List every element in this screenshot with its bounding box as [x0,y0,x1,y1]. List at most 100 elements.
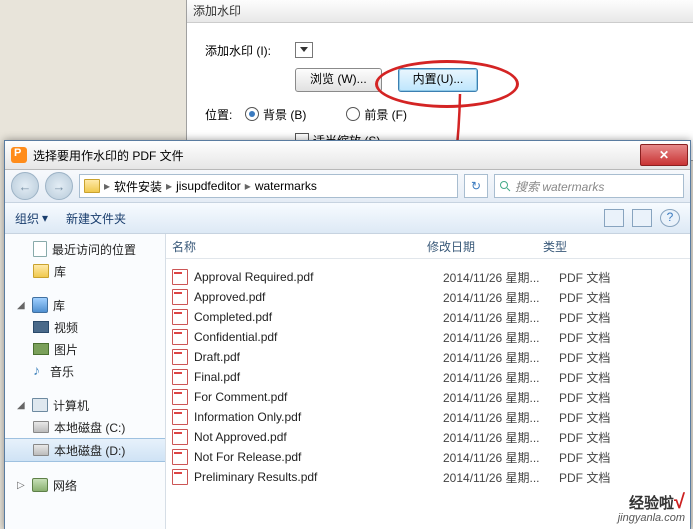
organize-menu[interactable]: 组织 ▾ [15,210,48,227]
site-watermark: 经验啦√ jingyanla.com [618,495,685,525]
pdf-icon [172,409,188,425]
tree-drive-c[interactable]: 本地磁盘 (C:) [5,416,165,438]
breadcrumb-item[interactable]: watermarks [255,179,317,193]
library-icon [32,297,48,313]
chevron-right-icon[interactable]: ▸ [102,179,112,193]
nav-forward-button[interactable]: → [45,172,73,200]
file-date: 2014/11/26 星期... [443,329,559,346]
tree-computer[interactable]: ◢计算机 [5,394,165,416]
file-row[interactable]: Confidential.pdf2014/11/26 星期...PDF 文档 [166,327,690,347]
col-type[interactable]: 类型 [543,238,623,255]
file-date: 2014/11/26 星期... [443,349,559,366]
file-date: 2014/11/26 星期... [443,269,559,286]
file-type: PDF 文档 [559,269,639,286]
file-type: PDF 文档 [559,409,639,426]
tree-video[interactable]: 视频 [5,316,165,338]
new-folder-button[interactable]: 新建文件夹 [66,210,126,227]
dialog-title: 添加水印 [187,0,693,23]
search-icon [499,180,511,192]
file-row[interactable]: Information Only.pdf2014/11/26 星期...PDF … [166,407,690,427]
col-date[interactable]: 修改日期 [427,238,543,255]
breadcrumb-item[interactable]: jisupdfeditor [176,179,241,193]
file-date: 2014/11/26 星期... [443,449,559,466]
help-button[interactable]: ? [660,209,680,227]
file-name: Approved.pdf [194,290,443,304]
file-name: Approval Required.pdf [194,270,443,284]
view-mode-button[interactable] [604,209,624,227]
file-date: 2014/11/26 星期... [443,309,559,326]
expand-icon[interactable]: ▷ [17,480,27,491]
nav-bar: ← → ▸ 软件安装 ▸ jisupdfeditor ▸ watermarks … [5,170,690,203]
file-name: Preliminary Results.pdf [194,470,443,484]
file-row[interactable]: Approved.pdf2014/11/26 星期...PDF 文档 [166,287,690,307]
col-name[interactable]: 名称 [172,238,427,255]
pdf-icon [172,349,188,365]
file-row[interactable]: Approval Required.pdf2014/11/26 星期...PDF… [166,267,690,287]
folder-icon [84,179,100,193]
watermark-dropdown[interactable] [295,42,313,58]
file-type: PDF 文档 [559,449,639,466]
file-row[interactable]: Not Approved.pdf2014/11/26 星期...PDF 文档 [166,427,690,447]
file-name: Final.pdf [194,370,443,384]
pdf-icon [172,309,188,325]
column-headers: 名称 修改日期 类型 [166,234,690,259]
tree-drive-d[interactable]: 本地磁盘 (D:) [5,438,165,462]
breadcrumb-item[interactable]: 软件安装 [114,178,162,195]
file-row[interactable]: Preliminary Results.pdf2014/11/26 星期...P… [166,467,690,487]
nav-back-button[interactable]: ← [11,172,39,200]
file-date: 2014/11/26 星期... [443,289,559,306]
file-date: 2014/11/26 星期... [443,469,559,486]
position-label: 位置: [205,106,245,123]
tree-music[interactable]: ♪音乐 [5,360,165,382]
background-radio-label: 背景 (B) [263,106,306,123]
pdf-icon [172,369,188,385]
file-row[interactable]: Not For Release.pdf2014/11/26 星期...PDF 文… [166,447,690,467]
file-row[interactable]: Draft.pdf2014/11/26 星期...PDF 文档 [166,347,690,367]
builtin-button[interactable]: 内置(U)... [398,68,479,92]
file-type: PDF 文档 [559,389,639,406]
file-open-dialog: 选择要用作水印的 PDF 文件 ✕ ← → ▸ 软件安装 ▸ jisupdfed… [4,140,691,529]
tree-libraries[interactable]: 库 [5,260,165,282]
file-row[interactable]: Completed.pdf2014/11/26 星期...PDF 文档 [166,307,690,327]
file-name: Confidential.pdf [194,330,443,344]
preview-pane-button[interactable] [632,209,652,227]
chevron-down-icon: ▾ [42,211,48,225]
file-date: 2014/11/26 星期... [443,369,559,386]
search-input[interactable]: 搜索 watermarks [494,174,684,198]
browse-button[interactable]: 浏览 (W)... [295,68,382,92]
file-date: 2014/11/26 星期... [443,409,559,426]
file-type: PDF 文档 [559,369,639,386]
drive-icon [33,421,49,433]
background-radio[interactable] [245,107,259,121]
file-type: PDF 文档 [559,469,639,486]
tree-pictures[interactable]: 图片 [5,338,165,360]
file-list: 名称 修改日期 类型 Approval Required.pdf2014/11/… [166,234,690,529]
breadcrumb[interactable]: ▸ 软件安装 ▸ jisupdfeditor ▸ watermarks [79,174,458,198]
refresh-button[interactable]: ↻ [464,174,488,198]
foreground-radio[interactable] [346,107,360,121]
search-placeholder: 搜索 watermarks [515,178,604,195]
file-row[interactable]: For Comment.pdf2014/11/26 星期...PDF 文档 [166,387,690,407]
tree-recent[interactable]: 最近访问的位置 [5,238,165,260]
pdf-icon [172,289,188,305]
file-name: Information Only.pdf [194,410,443,424]
collapse-icon[interactable]: ◢ [17,400,27,411]
folder-icon [33,264,49,278]
add-watermark-label: 添加水印 (I): [205,42,295,59]
nav-tree: 最近访问的位置 库 ◢库 视频 图片 ♪音乐 ◢计算机 本地磁盘 (C:) 本地… [5,234,166,529]
close-button[interactable]: ✕ [640,144,688,166]
file-dialog-title: 选择要用作水印的 PDF 文件 [33,147,184,164]
collapse-icon[interactable]: ◢ [17,300,27,311]
file-name: Not Approved.pdf [194,430,443,444]
pdf-icon [172,269,188,285]
file-name: For Comment.pdf [194,390,443,404]
tree-network[interactable]: ▷网络 [5,474,165,496]
chevron-right-icon[interactable]: ▸ [164,179,174,193]
chevron-right-icon[interactable]: ▸ [243,179,253,193]
file-dialog-titlebar[interactable]: 选择要用作水印的 PDF 文件 ✕ [5,141,690,170]
file-type: PDF 文档 [559,289,639,306]
music-icon: ♪ [33,364,45,378]
tree-libraries-root[interactable]: ◢库 [5,294,165,316]
file-date: 2014/11/26 星期... [443,389,559,406]
file-row[interactable]: Final.pdf2014/11/26 星期...PDF 文档 [166,367,690,387]
